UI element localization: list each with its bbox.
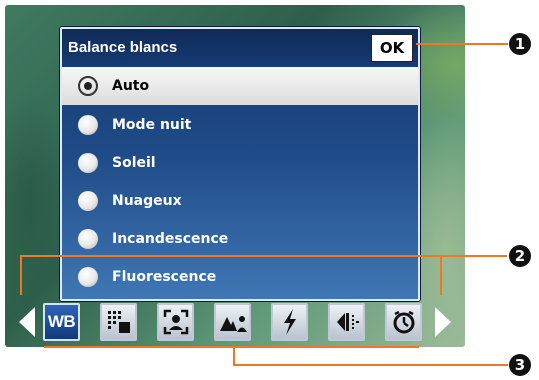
white-balance-dialog: Balance blancs OK Auto Mode nuit Soleil …: [60, 27, 420, 301]
option-label: Incandescence: [112, 231, 229, 247]
callout-3-stem: [233, 346, 235, 366]
dialog-title: Balance blancs: [68, 39, 178, 56]
option-auto[interactable]: Auto: [62, 67, 418, 105]
exposure-button[interactable]: [328, 303, 365, 341]
portrait-button[interactable]: [157, 303, 194, 341]
radio-icon: [78, 191, 98, 211]
option-nuageux[interactable]: Nuageux: [62, 182, 418, 220]
option-label: Nuageux: [112, 193, 182, 209]
callout-1-line: [416, 43, 508, 45]
wb-label: WB: [47, 312, 76, 331]
option-label: Soleil: [112, 155, 156, 171]
option-mode-nuit[interactable]: Mode nuit: [62, 106, 418, 144]
ok-button[interactable]: OK: [371, 34, 413, 62]
radio-selected-icon: [78, 76, 98, 96]
radio-icon: [78, 115, 98, 135]
callout-1: 1: [509, 33, 531, 55]
callout-2: 2: [509, 245, 531, 267]
radio-icon: [78, 267, 98, 287]
scene-mode-button[interactable]: [214, 303, 251, 341]
portrait-frame-icon: [163, 309, 188, 335]
option-fluorescence[interactable]: Fluorescence: [62, 258, 418, 296]
callout-2-left-leg: [20, 255, 22, 295]
option-soleil[interactable]: Soleil: [62, 144, 418, 182]
flash-icon: [283, 309, 296, 335]
exposure-icon: [336, 313, 359, 331]
option-label: Mode nuit: [112, 117, 192, 133]
option-label: Auto: [112, 78, 150, 94]
metering-grid-icon: [107, 311, 130, 333]
radio-icon: [78, 153, 98, 173]
self-timer-button[interactable]: [385, 303, 422, 341]
scroll-right-arrow-icon[interactable]: [435, 307, 451, 337]
callout-2-right-leg: [440, 255, 442, 295]
dialog-header: Balance blancs OK: [62, 29, 418, 66]
radio-icon: [78, 229, 98, 249]
metering-button[interactable]: [100, 303, 137, 341]
scroll-left-arrow-icon[interactable]: [19, 307, 35, 337]
callout-3: 3: [509, 354, 531, 376]
settings-toolbar: WB: [5, 299, 465, 347]
white-balance-button[interactable]: WB: [43, 303, 80, 341]
callout-2-line: [20, 255, 507, 257]
camera-viewfinder: Balance blancs OK Auto Mode nuit Soleil …: [5, 5, 465, 347]
callout-3-bracket: [44, 346, 419, 348]
callout-3-line: [233, 364, 508, 366]
flash-button[interactable]: [271, 303, 308, 341]
option-incandescence[interactable]: Incandescence: [62, 220, 418, 258]
option-label: Fluorescence: [112, 269, 217, 285]
self-timer-icon: [393, 310, 414, 334]
scene-mode-icon: [219, 316, 247, 332]
